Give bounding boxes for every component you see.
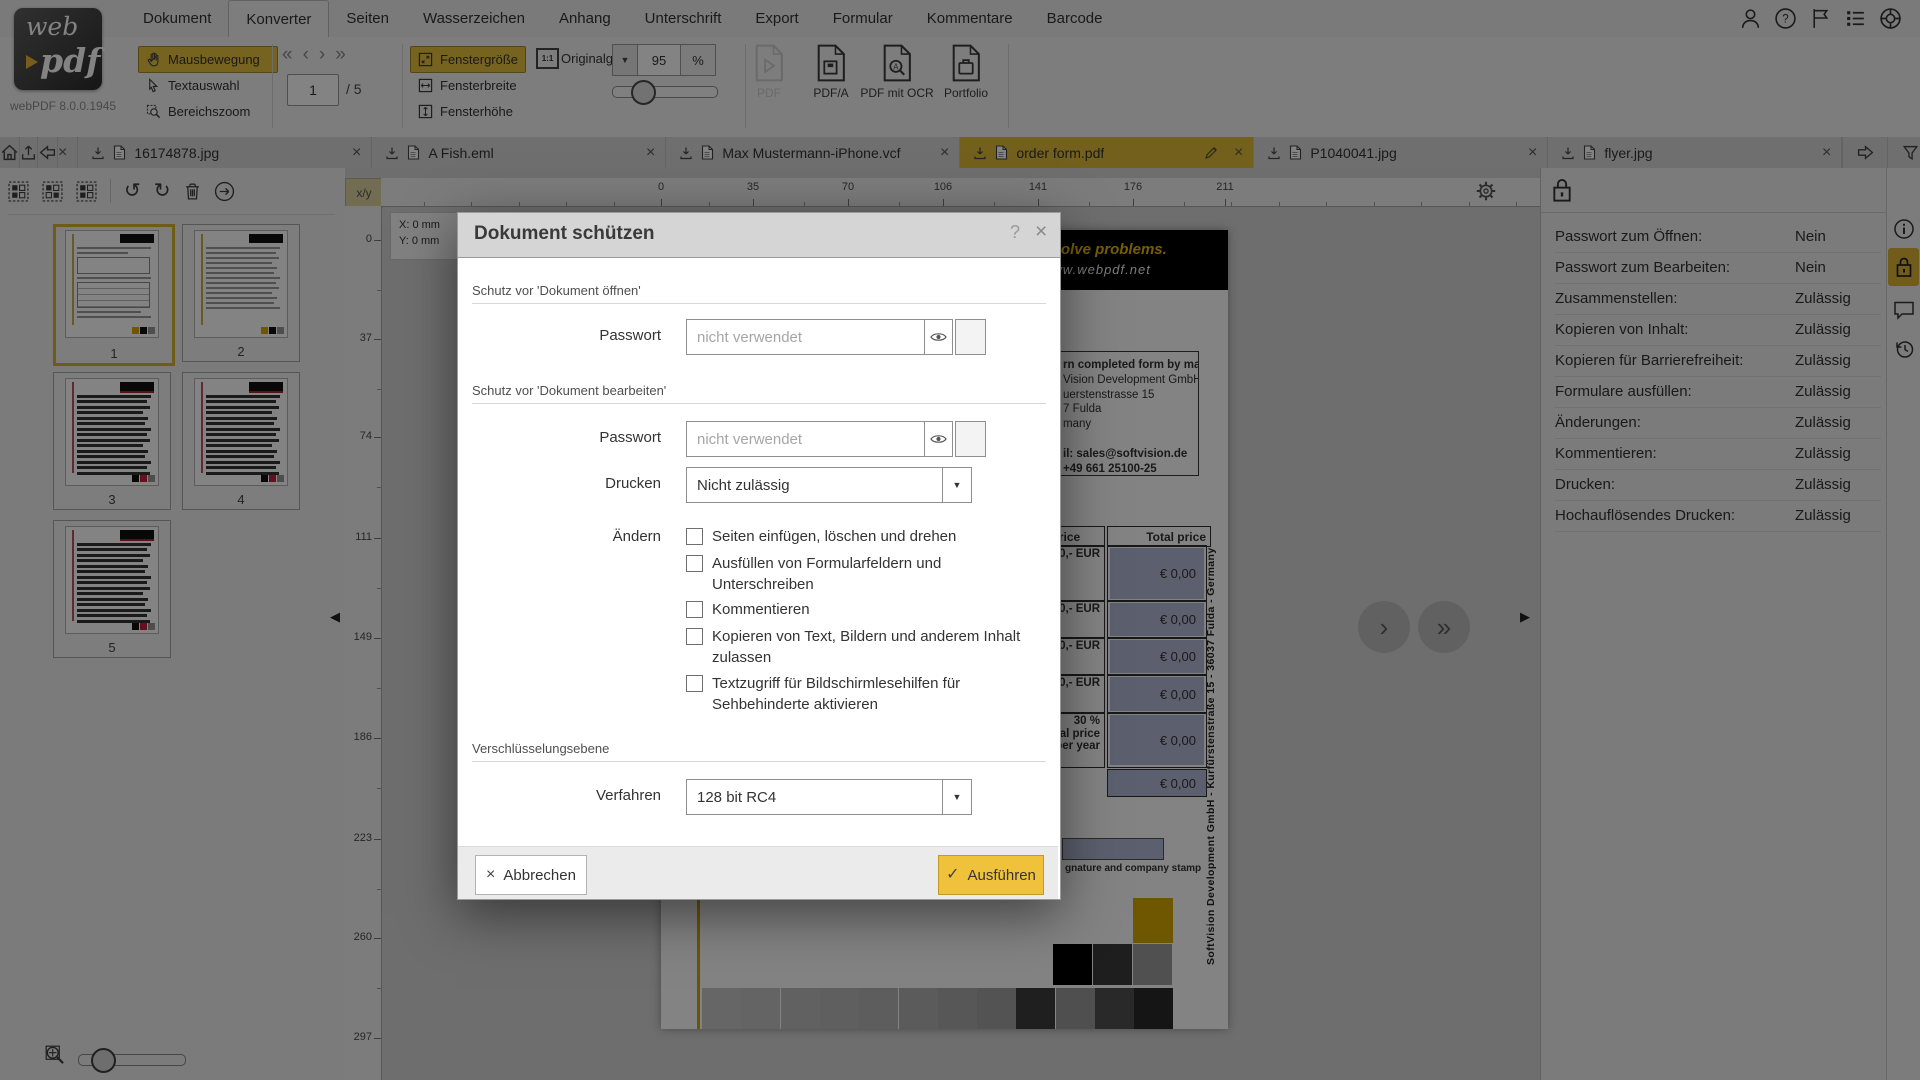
webpdf-app: web pdf webPDF 8.0.0.1945 DokumentKonver… (0, 0, 1920, 1080)
close-icon: × (486, 867, 495, 883)
checkbox-label: Kommentieren (712, 599, 810, 620)
checkbox-label-line: Unterschreiben (712, 574, 941, 595)
cancel-button[interactable]: × Abbrechen (475, 855, 587, 895)
password-open-input[interactable] (686, 319, 925, 355)
chevron-down-icon[interactable]: ▼ (942, 780, 971, 814)
checkbox-label: Ausfüllen von Formularfeldern undUntersc… (712, 553, 941, 595)
checkbox-label: Seiten einfügen, löschen und drehen (712, 526, 956, 547)
checkbox-row: Textzugriff für Bildschirmlesehilfen für… (686, 673, 1046, 715)
checkbox-row: Kopieren von Text, Bildern und anderem I… (686, 626, 1046, 668)
show-password-button[interactable] (925, 421, 953, 457)
section-open-document: Schutz vor 'Dokument öffnen' (472, 283, 1046, 304)
dialog-title: Dokument schützen (474, 223, 655, 245)
dialog-help-icon[interactable]: ? (1010, 222, 1020, 243)
checkbox-label-line: Kommentieren (712, 599, 810, 620)
checkbox[interactable] (686, 628, 703, 645)
submit-label: Ausführen (968, 867, 1036, 884)
password-label: Passwort (458, 319, 661, 353)
method-row: Verfahren 128 bit RC4 ▼ (458, 779, 1060, 813)
print-row: Drucken Nicht zulässig ▼ (458, 467, 1060, 501)
password-option-button[interactable] (955, 319, 986, 355)
password-label: Passwort (458, 421, 661, 455)
dialog-close-icon[interactable]: × (1035, 220, 1047, 244)
submit-button[interactable]: ✓ Ausführen (938, 855, 1044, 895)
checkbox-label-line: zulassen (712, 647, 1020, 668)
checkbox-row: Kommentieren (686, 599, 1046, 620)
method-label: Verfahren (458, 779, 661, 813)
show-password-button[interactable] (925, 319, 953, 355)
checkbox[interactable] (686, 675, 703, 692)
checkbox-row: Seiten einfügen, löschen und drehen (686, 526, 1046, 547)
password-option-button[interactable] (955, 421, 986, 457)
checkbox-label-line: Textzugriff für Bildschirmlesehilfen für (712, 673, 960, 694)
checkbox-label-line: Ausfüllen von Formularfeldern und (712, 553, 941, 574)
checkbox-label-line: Sehbehinderte aktivieren (712, 694, 960, 715)
protect-document-dialog: Dokument schützen ? × Schutz vor 'Dokume… (457, 212, 1061, 900)
method-select-value: 128 bit RC4 (697, 789, 776, 806)
checkbox-label-line: Kopieren von Text, Bildern und anderem I… (712, 626, 1020, 647)
checkbox[interactable] (686, 528, 703, 545)
dialog-footer: × Abbrechen ✓ Ausführen (458, 846, 1058, 899)
checkbox-label: Textzugriff für Bildschirmlesehilfen für… (712, 673, 960, 715)
password-edit-input[interactable] (686, 421, 925, 457)
section-edit-document: Schutz vor 'Dokument bearbeiten' (472, 383, 1046, 404)
cancel-label: Abbrechen (503, 867, 576, 884)
dialog-header[interactable]: Dokument schützen ? × (457, 212, 1061, 258)
checkbox[interactable] (686, 555, 703, 572)
checkbox-label-line: Seiten einfügen, löschen und drehen (712, 526, 956, 547)
checkbox-row: Ausfüllen von Formularfeldern undUntersc… (686, 553, 1046, 595)
method-select[interactable]: 128 bit RC4 ▼ (686, 779, 972, 815)
print-select-value: Nicht zulässig (697, 477, 790, 494)
print-select[interactable]: Nicht zulässig ▼ (686, 467, 972, 503)
password-edit-row: Passwort (458, 421, 1060, 455)
check-icon: ✓ (946, 867, 959, 883)
password-open-row: Passwort (458, 319, 1060, 353)
section-encryption: Verschlüsselungsebene (472, 741, 1046, 762)
chevron-down-icon[interactable]: ▼ (942, 468, 971, 502)
checkbox-label: Kopieren von Text, Bildern und anderem I… (712, 626, 1020, 668)
checkbox[interactable] (686, 601, 703, 618)
print-label: Drucken (458, 467, 661, 501)
change-label: Ändern (458, 526, 661, 547)
